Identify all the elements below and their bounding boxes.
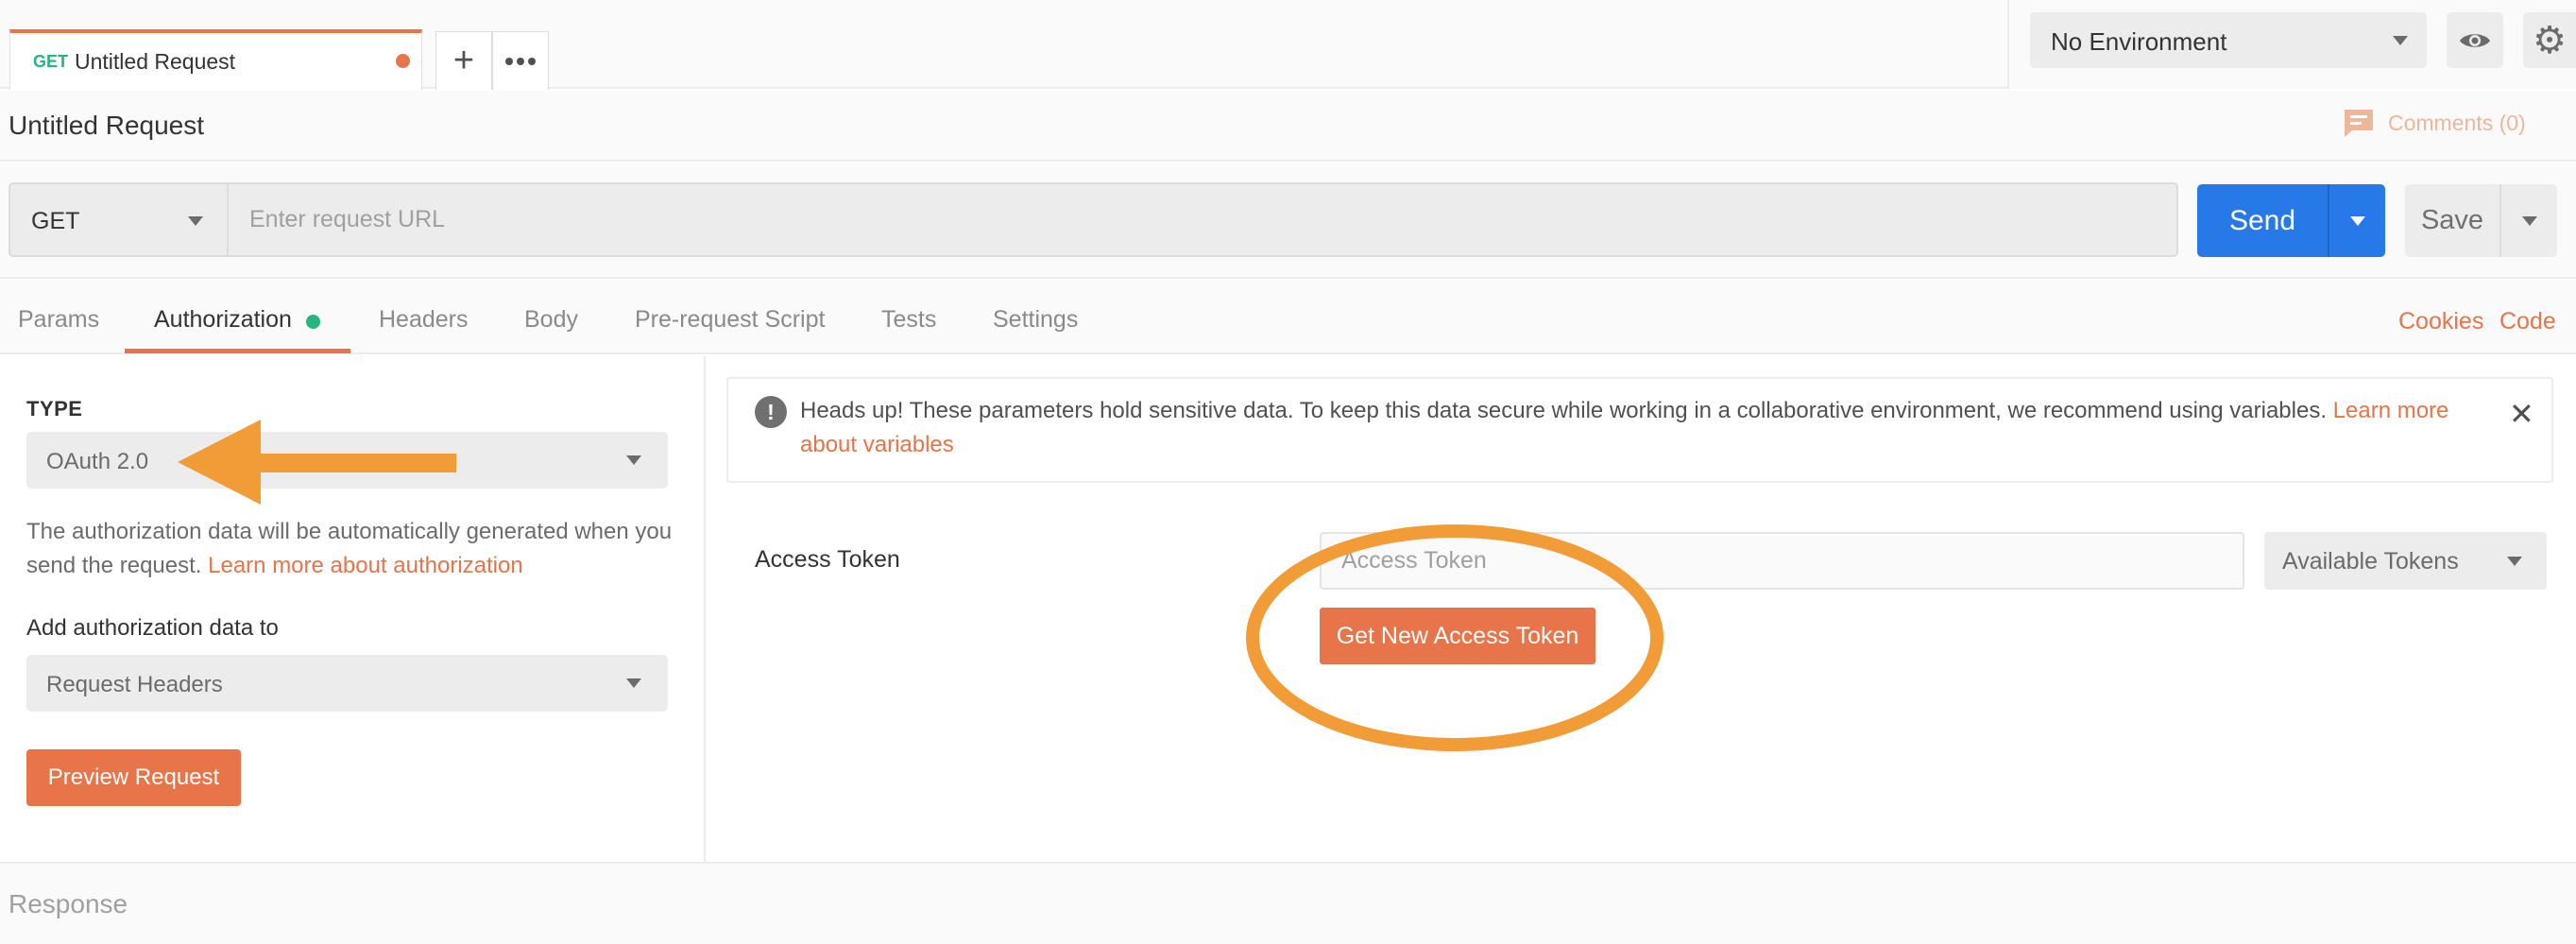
environment-settings-button[interactable]: ⚙ <box>2523 12 2576 68</box>
get-new-access-token-label: Get New Access Token <box>1336 622 1579 649</box>
comments-label: Comments (0) <box>2388 110 2526 135</box>
auth-description: The authorization data will be automatic… <box>26 515 678 583</box>
save-options-button[interactable] <box>2499 184 2557 257</box>
add-auth-to-select[interactable]: Request Headers <box>26 655 668 712</box>
method-select[interactable]: GET <box>9 182 227 257</box>
chevron-down-icon <box>188 216 203 226</box>
gear-icon: ⚙ <box>2533 19 2567 61</box>
tab-authorization[interactable]: Authorization <box>154 306 292 334</box>
add-auth-to-label: Add authorization data to <box>26 615 279 641</box>
send-label: Send <box>2228 204 2296 236</box>
comments-button[interactable]: Comments (0) <box>2343 108 2526 138</box>
plus-icon: + <box>452 41 475 80</box>
alert-text: Heads up! These parameters hold sensitiv… <box>800 398 2327 423</box>
preview-request-label: Preview Request <box>47 764 220 790</box>
get-new-access-token-button[interactable]: Get New Access Token <box>1320 608 1595 664</box>
tab-headers[interactable]: Headers <box>379 306 469 334</box>
tab-tests[interactable]: Tests <box>881 306 936 334</box>
chevron-down-icon <box>2393 36 2408 45</box>
chevron-down-icon <box>2521 215 2537 226</box>
auth-status-dot-icon <box>306 315 320 329</box>
chevron-down-icon <box>2349 215 2365 226</box>
environment-select-value: No Environment <box>2051 27 2227 56</box>
available-tokens-select[interactable]: Available Tokens <box>2264 532 2547 590</box>
access-token-label: Access Token <box>755 546 900 573</box>
comment-icon <box>2345 110 2373 137</box>
send-button[interactable]: Send <box>2197 184 2328 257</box>
request-tab-method: GET <box>33 52 69 71</box>
request-tab-name: Untitled Request <box>75 49 236 74</box>
chevron-down-icon <box>626 678 641 688</box>
response-label: Response <box>9 889 128 918</box>
eye-icon <box>2460 33 2490 47</box>
environment-quick-look-button[interactable] <box>2447 12 2503 68</box>
ellipsis-icon <box>505 57 536 65</box>
auth-type-value: OAuth 2.0 <box>46 449 149 474</box>
save-button[interactable]: Save <box>2405 184 2499 257</box>
chevron-down-icon <box>2507 557 2522 566</box>
tab-settings[interactable]: Settings <box>993 306 1078 334</box>
available-tokens-label: Available Tokens <box>2282 548 2459 575</box>
unsaved-dot-icon <box>396 54 410 68</box>
preview-request-button[interactable]: Preview Request <box>26 749 241 806</box>
access-token-input[interactable] <box>1320 532 2244 590</box>
learn-more-authorization-link[interactable]: Learn more about authorization <box>208 553 523 578</box>
request-title[interactable]: Untitled Request <box>9 111 204 141</box>
auth-type-select[interactable]: OAuth 2.0 <box>26 432 668 489</box>
close-icon[interactable]: ✕ <box>2509 396 2534 432</box>
save-label: Save <box>2420 205 2484 235</box>
tab-body[interactable]: Body <box>524 306 578 334</box>
alert-message: Heads up! These parameters hold sensitiv… <box>800 394 2491 462</box>
response-pane <box>0 862 2576 944</box>
auth-type-label: TYPE <box>26 397 83 421</box>
method-value: GET <box>31 208 80 234</box>
tab-pre-request-script[interactable]: Pre-request Script <box>635 306 825 334</box>
url-input[interactable] <box>227 182 2178 257</box>
active-tab-indicator <box>125 349 350 353</box>
code-link[interactable]: Code <box>2499 308 2556 335</box>
tab-params[interactable]: Params <box>18 306 99 334</box>
request-tab[interactable]: GET Untitled Request <box>9 29 422 90</box>
cookies-link[interactable]: Cookies <box>2398 308 2483 335</box>
send-options-button[interactable] <box>2328 184 2385 257</box>
add-auth-to-value: Request Headers <box>46 672 223 697</box>
environment-select[interactable]: No Environment <box>2030 12 2427 68</box>
chevron-down-icon <box>626 455 641 465</box>
exclamation-icon: ! <box>755 396 787 428</box>
new-tab-button[interactable]: + <box>435 31 492 90</box>
more-tabs-button[interactable] <box>492 31 549 90</box>
request-title-row <box>0 91 2576 162</box>
